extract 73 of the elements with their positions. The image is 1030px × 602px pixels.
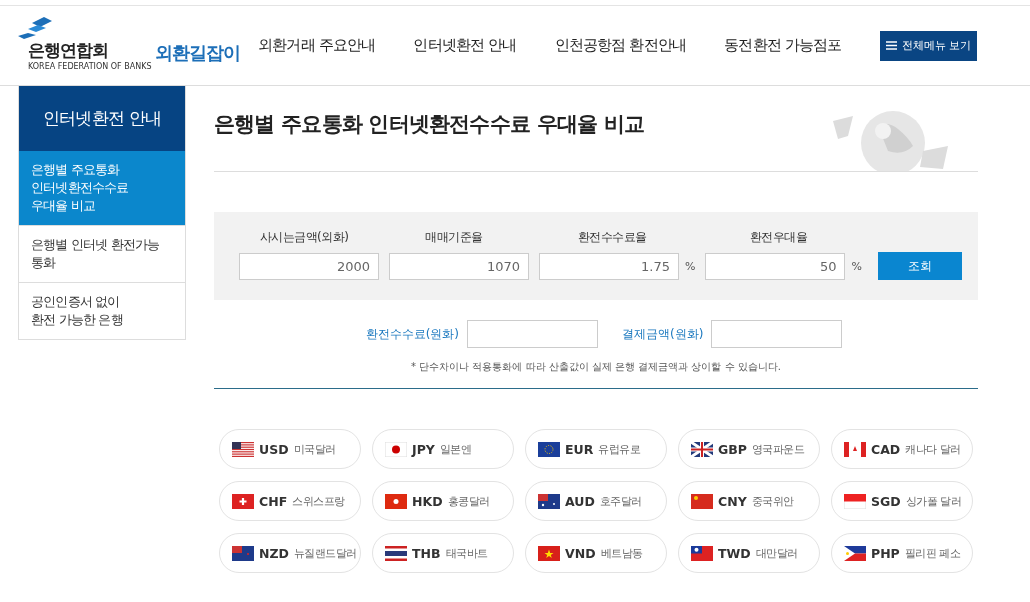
sidebar-item[interactable]: 은행별 주요통화 인터넷환전수수료 우대율 비교: [19, 151, 185, 225]
currency-name: 싱가폴 달러: [905, 493, 962, 509]
currency-code: CNY: [718, 493, 747, 509]
result-label: 결제금액(원화): [622, 325, 704, 343]
currency-name: 유럽유로: [598, 441, 641, 457]
flag-icon: [538, 441, 560, 457]
currency-name: 베트남동: [600, 545, 643, 561]
currency-code: GBP: [718, 441, 747, 457]
input-field[interactable]: 2000: [239, 253, 379, 280]
nav-link[interactable]: 인천공항점 환전안내: [554, 36, 687, 55]
service-name: 외환길잡이: [155, 40, 241, 65]
input-field[interactable]: 1.75: [539, 253, 679, 280]
flag-icon: [385, 493, 407, 509]
flag-icon: [844, 545, 866, 561]
note-text: * 단수차이나 적용통화에 따라 산출값이 실제 은행 결제금액과 상이할 수 있습니다.: [410, 360, 782, 374]
currency-name: 중국위안: [751, 493, 794, 509]
logo-subtitle: KOREA FEDERATION OF BANKS: [28, 61, 152, 71]
input-field[interactable]: 50: [705, 253, 846, 280]
flag-icon: [844, 441, 866, 457]
currency-name: 일본엔: [439, 441, 472, 457]
currency-name: 대만달러: [755, 545, 798, 561]
currency-code: CHF: [259, 493, 288, 509]
currency-code: JPY: [412, 441, 435, 457]
flag-icon: [232, 441, 254, 457]
currency-name: 미국달러: [293, 441, 336, 457]
currency-name: 캐나다 달러: [905, 441, 961, 457]
field-label: 매매기준율: [425, 229, 483, 246]
currency-code: PHP: [871, 545, 900, 561]
nav-link[interactable]: 동전환전 가능점포: [724, 36, 842, 55]
logo-name: 은행연합회: [28, 38, 108, 62]
flag-icon: [385, 441, 407, 457]
flag-icon: [232, 545, 254, 561]
currency-name: 필리핀 페소: [904, 545, 961, 561]
currency-name: 영국파운드: [751, 441, 805, 457]
field-label: 사시는금액(외화): [259, 229, 349, 246]
flag-icon: [844, 493, 866, 509]
currency-code: HKD: [412, 493, 443, 509]
currency-code: SGD: [871, 493, 901, 509]
currency-code: USD: [259, 441, 289, 457]
page-title: 은행별 주요통화 인터넷환전수수료 우대율 비교: [214, 110, 645, 138]
menu-icon: [885, 41, 897, 50]
currency-code: TWD: [718, 545, 751, 561]
search-button[interactable]: 조회: [877, 252, 962, 280]
currency-code: EUR: [565, 441, 594, 457]
result-field[interactable]: [467, 320, 598, 348]
nav-link[interactable]: 인터넷환전 안내: [413, 36, 517, 55]
flag-icon: [232, 493, 254, 509]
field-label: 환전수수료율: [577, 229, 647, 246]
nav-link[interactable]: 외환거래 주요안내: [258, 36, 376, 55]
currency-name: 홍콩달러: [447, 493, 490, 509]
flag-icon: [385, 545, 407, 561]
currency-code: NZD: [259, 545, 289, 561]
unit-label: %: [851, 260, 862, 273]
flag-icon: [538, 545, 560, 561]
input-field[interactable]: 1070: [389, 253, 529, 280]
result-field[interactable]: [711, 320, 843, 348]
field-label: 환전우대율: [749, 229, 808, 246]
flag-icon: [538, 493, 560, 509]
flag-icon: [691, 441, 713, 457]
flag-icon: [691, 545, 713, 561]
currency-name: 뉴질랜드달러: [293, 545, 357, 561]
sidebar-title: 인터넷환전 안내: [19, 86, 185, 151]
flag-icon: [691, 493, 713, 509]
currency-code: THB: [412, 545, 441, 561]
currency-code: AUD: [565, 493, 595, 509]
unit-label: %: [685, 260, 696, 273]
currency-name: 태국바트: [445, 545, 488, 561]
currency-code: VND: [565, 545, 596, 561]
currency-name: 호주달러: [599, 493, 642, 509]
menu-button[interactable]: 전체메뉴 보기: [879, 30, 978, 61]
currency-name: 스위스프랑: [292, 493, 345, 509]
currency-code: CAD: [871, 441, 901, 457]
result-label: 환전수수료(원화): [365, 325, 459, 343]
